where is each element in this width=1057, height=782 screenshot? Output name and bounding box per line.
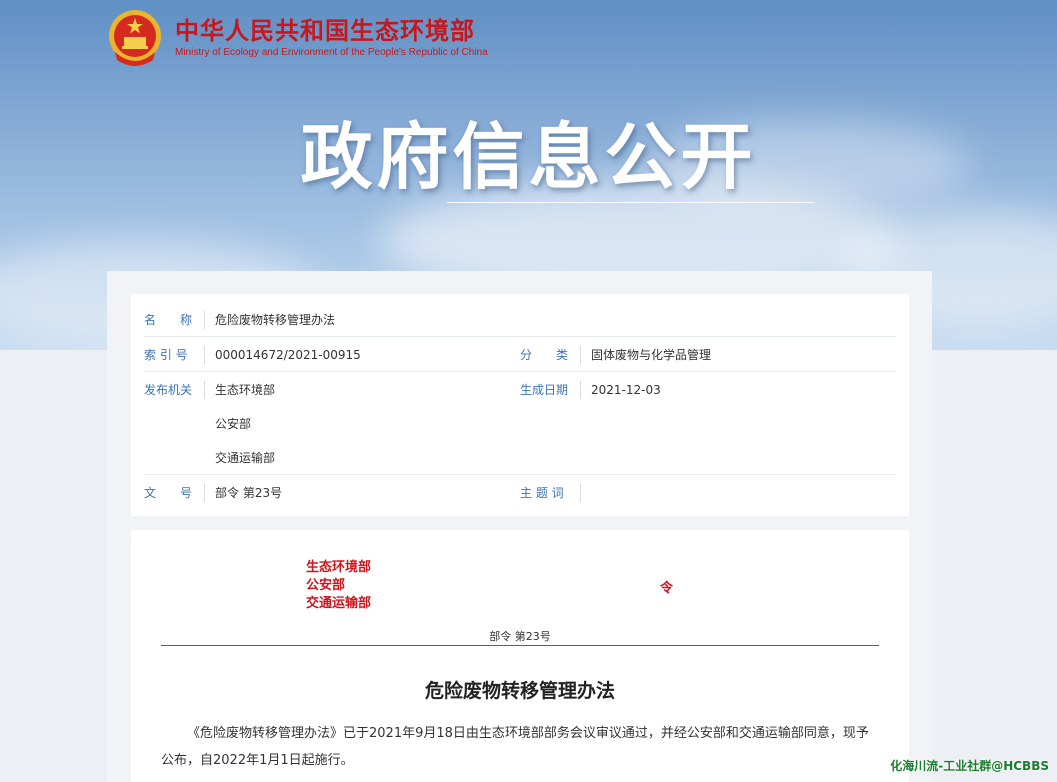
docno-value: 部令 第23号 — [215, 486, 283, 500]
banner-underline — [447, 202, 814, 203]
document-issuers: 生态环境部 公安部 交通运输部 — [306, 559, 371, 613]
org-name-en: Ministry of Ecology and Environment of t… — [175, 47, 488, 58]
index-label: 索 引 号 — [144, 348, 188, 362]
issuer-label: 发布机关 — [144, 383, 193, 397]
subject-label: 主 题 词 — [520, 486, 564, 500]
document-title: 危险废物转移管理办法 — [424, 680, 615, 702]
issuer-value-2: 公安部 — [215, 417, 252, 431]
category-label: 分 类 — [520, 348, 569, 362]
banner-title: 政府信息公开 — [300, 115, 757, 199]
issuer-value-1: 生态环境部 — [215, 383, 276, 397]
date-value: 2021-12-03 — [591, 383, 661, 397]
document-number: 部令 第23号 — [489, 630, 551, 643]
meta-row-issuer: 发布机关 生态环境部 公安部 交通运输部 生成日期 2021-12-03 — [144, 373, 896, 475]
date-label: 生成日期 — [520, 383, 569, 397]
meta-row-docno: 文 号 部令 第23号 主 题 词 — [144, 476, 896, 510]
index-value: 000014672/2021-00915 — [215, 348, 361, 362]
order-character: 令 — [660, 581, 674, 596]
name-label: 名 称 — [144, 313, 193, 327]
docno-label: 文 号 — [144, 486, 193, 500]
metadata-table: 名 称 危险废物转移管理办法 索 引 号 000014672/2021-0091… — [131, 294, 909, 516]
issuer-line: 公安部 — [306, 578, 346, 593]
document-paragraph: 《危险废物转移管理办法》已于2021年9月18日由生态环境部部务会议审议通过，并… — [161, 726, 869, 768]
issuer-line: 生态环境部 — [306, 560, 372, 575]
category-value: 固体废物与化学品管理 — [591, 348, 712, 362]
document-body: 生态环境部 公安部 交通运输部 令 部令 第23号 危险废物转移管理办法 《危险… — [131, 530, 909, 782]
name-value: 危险废物转移管理办法 — [215, 313, 336, 327]
red-divider — [161, 645, 879, 646]
national-emblem-icon — [109, 10, 161, 66]
issuer-line: 交通运输部 — [306, 596, 372, 611]
org-name-cn: 中华人民共和国生态环境部 — [175, 17, 475, 45]
meta-row-name: 名 称 危险废物转移管理办法 — [144, 303, 896, 337]
issuer-value-3: 交通运输部 — [215, 451, 276, 465]
site-logo[interactable]: 中华人民共和国生态环境部 Ministry of Ecology and Env… — [107, 8, 488, 68]
watermark-text: 化海川流-工业社群@HCBBS — [890, 759, 1049, 773]
meta-row-index: 索 引 号 000014672/2021-00915 分 类 固体废物与化学品管… — [144, 338, 896, 372]
